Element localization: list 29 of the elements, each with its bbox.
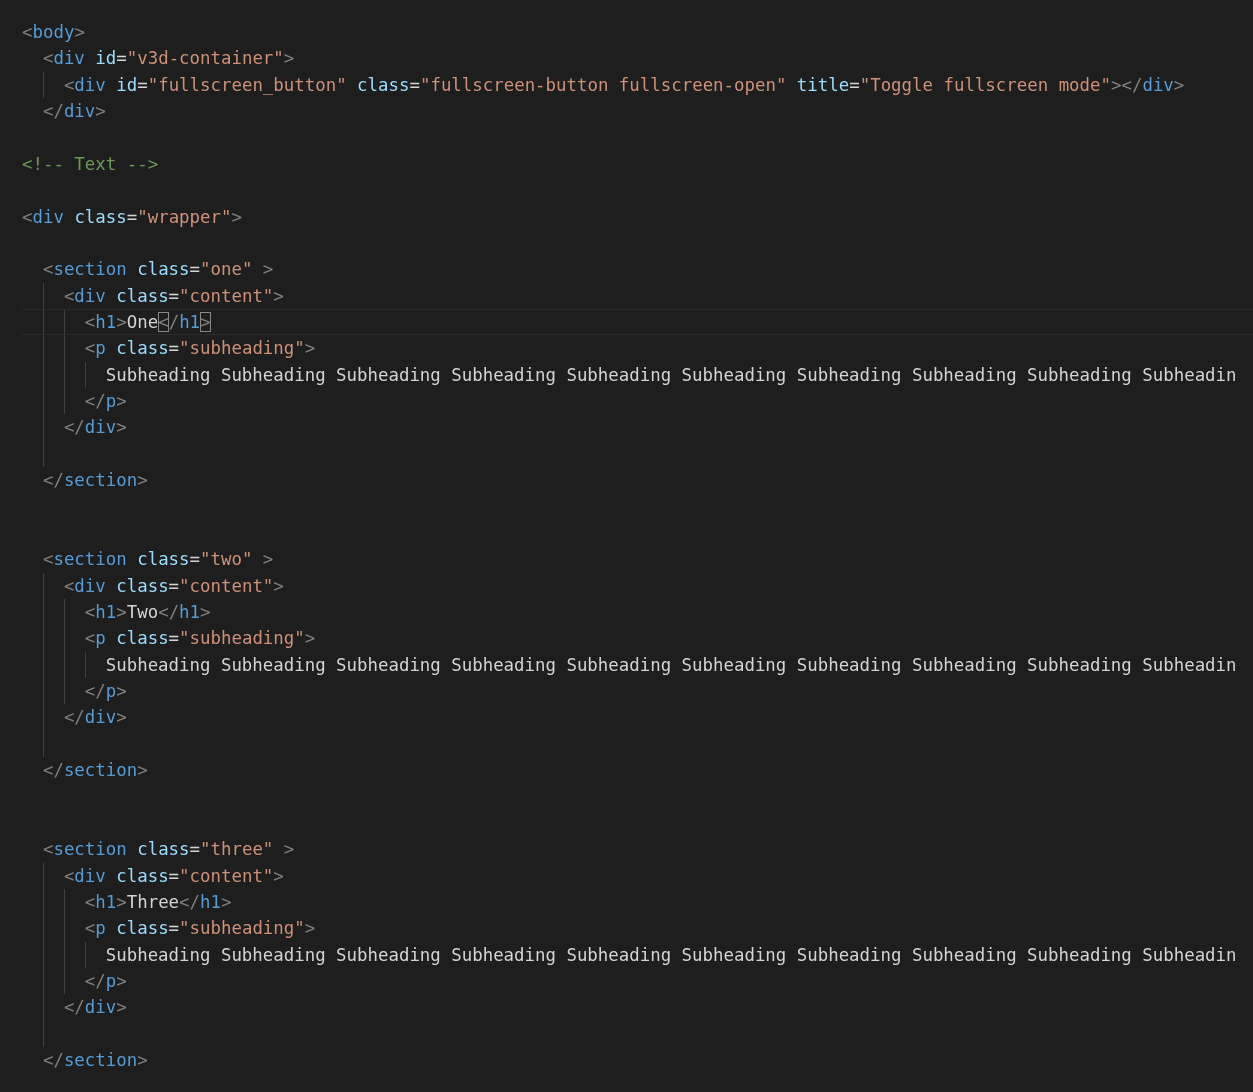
code-line: <div id="v3d-container"> <box>42 47 295 71</box>
code-line: <div class="content"> <box>63 284 284 308</box>
code-line: </section> <box>42 759 148 783</box>
code-line: </section> <box>42 1049 148 1072</box>
code-line: <h1>Three</h1> <box>84 890 232 914</box>
code-line: </p> <box>84 390 127 414</box>
code-line: </p> <box>84 680 127 703</box>
code-line: Subheading Subheading Subheading Subheading Subheading Subheading Subheading Subheading Subheading Subheadin <box>105 653 1237 677</box>
code-line: </div> <box>63 706 127 730</box>
code-line: </div> <box>63 416 127 440</box>
code-line: <h1>Two</h1> <box>84 600 211 624</box>
code-line: Subheading Subheading Subheading Subheading Subheading Subheading Subheading Subheading Subheading Subheadin <box>105 363 1237 387</box>
code-line: <section class="two" > <box>42 548 274 572</box>
code-line: </p> <box>84 969 127 993</box>
code-line: </div> <box>63 996 127 1020</box>
code-line: <div class="wrapper"> <box>22 205 242 229</box>
code-line: <div id="fullscreen_button" class="fullscreen-button fullscreen-open" title="Toggle fullscreen mode"></div> <box>63 73 1185 97</box>
code-line: <p class="subheading"> <box>84 627 316 651</box>
code-line: <section class="one" > <box>42 258 274 282</box>
code-line: <body> <box>22 21 85 44</box>
code-line: </div> <box>42 100 106 124</box>
code-line: <div class="content"> <box>63 574 284 598</box>
code-line: <p class="subheading"> <box>84 917 316 941</box>
code-line: </section> <box>42 469 148 493</box>
code-line: <!-- Text --> <box>22 152 159 176</box>
code-line: <p class="subheading"> <box>84 337 316 361</box>
code-line: <div class="content"> <box>63 864 284 888</box>
code-line: <section class="three" > <box>42 838 295 862</box>
code-line: Subheading Subheading Subheading Subheading Subheading Subheading Subheading Subheading Subheading Subheadin <box>105 943 1237 967</box>
